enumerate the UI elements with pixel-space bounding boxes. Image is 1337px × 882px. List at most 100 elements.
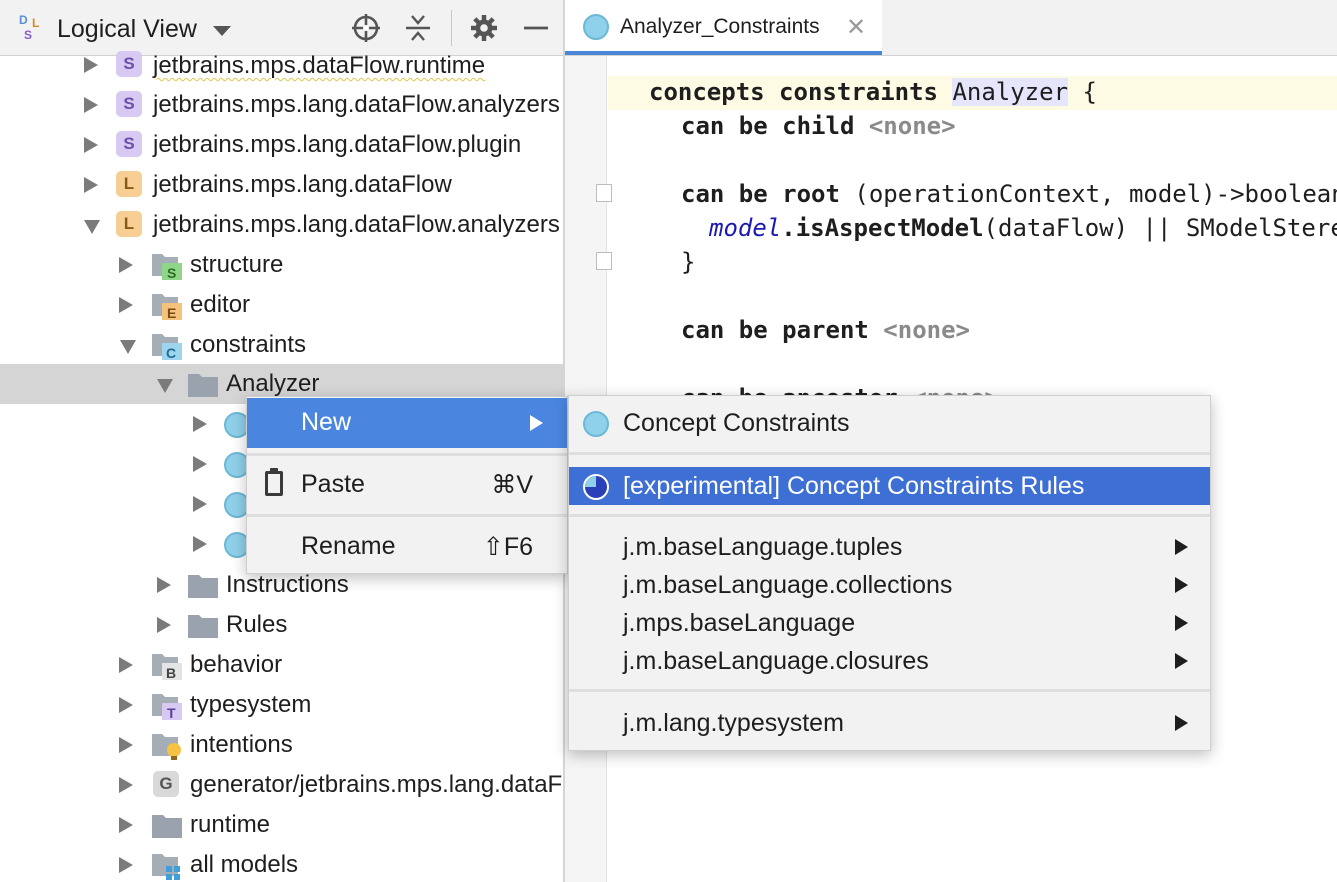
expand-arrow-icon[interactable] (119, 777, 133, 793)
expand-arrow-icon[interactable] (193, 536, 207, 552)
logical-view-icon: D L S (19, 13, 40, 42)
expand-arrow-icon[interactable] (119, 817, 133, 833)
expand-arrow-icon[interactable] (84, 137, 98, 153)
submenu-arrow-icon (1175, 715, 1188, 731)
tree-item-label: runtime (190, 811, 271, 838)
menu-item-label: New (301, 408, 352, 436)
expand-arrow-icon[interactable] (84, 57, 98, 73)
menu-separator (569, 689, 1210, 692)
view-selector-caret-icon[interactable] (213, 26, 231, 36)
expand-arrow-icon[interactable] (84, 97, 98, 113)
tree-item-aspect-constraints[interactable]: C constraints (0, 325, 563, 365)
tree-item-aspect-structure[interactable]: S structure (0, 245, 563, 285)
collapse-arrow-icon[interactable] (84, 220, 100, 234)
all-models-icon (152, 852, 184, 880)
submenu-item-typesystem[interactable]: j.m.lang.typesystem (569, 704, 1210, 742)
locate-target-icon[interactable] (351, 13, 381, 43)
menu-separator (569, 452, 1210, 455)
concept-constraints-icon (583, 14, 609, 40)
code-line[interactable]: } (681, 248, 695, 276)
code-line[interactable]: concepts constraints Analyzer { (649, 78, 1097, 106)
editor-tab-bar: Analyzer_Constraints ✕ (565, 0, 1337, 56)
submenu-arrow-icon (1175, 653, 1188, 669)
tab-label: Analyzer_Constraints (620, 15, 820, 38)
expand-arrow-icon[interactable] (119, 297, 133, 313)
expand-arrow-icon[interactable] (193, 496, 207, 512)
submenu-item-tuples[interactable]: j.m.baseLanguage.tuples (569, 528, 1210, 566)
tree-item-folder-rules[interactable]: Rules (0, 605, 563, 645)
submenu-arrow-icon (1175, 615, 1188, 631)
tree-item-label: jetbrains.mps.lang.dataFlow.analyzers (153, 211, 560, 238)
expand-arrow-icon[interactable] (157, 617, 171, 633)
view-selector-label[interactable]: Logical View (57, 15, 197, 44)
svg-text:S: S (167, 265, 176, 280)
tree-item-aspect-typesystem[interactable]: T typesystem (0, 685, 563, 725)
folder-icon (188, 373, 218, 397)
submenu-arrow-icon (1175, 577, 1188, 593)
menu-separator (569, 514, 1210, 517)
tree-item-label: jetbrains.mps.dataFlow.runtime (153, 52, 486, 79)
tree-item-generator[interactable]: G generator/jetbrains.mps.lang.dataFlow.… (0, 765, 563, 805)
tree-item-label: behavior (190, 651, 283, 678)
expand-arrow-icon[interactable] (119, 257, 133, 273)
tree-item-language[interactable]: L jetbrains.mps.lang.dataFlow.analyzers (0, 205, 563, 245)
tree-item-aspect-editor[interactable]: E editor (0, 285, 563, 325)
close-icon[interactable]: ✕ (846, 13, 866, 42)
expand-arrow-icon[interactable] (119, 857, 133, 873)
language-icon: L (116, 171, 142, 197)
submenu-item-constraints-rules[interactable]: [experimental] Concept Constraints Rules (569, 467, 1210, 505)
svg-text:E: E (167, 305, 176, 320)
expand-arrow-icon[interactable] (193, 456, 207, 472)
expand-arrow-icon[interactable] (193, 416, 207, 432)
tree-item-solution[interactable]: S jetbrains.mps.dataFlow.runtime (0, 45, 563, 85)
hide-panel-icon[interactable] (521, 13, 551, 43)
expand-arrow-icon[interactable] (84, 177, 98, 193)
typesystem-aspect-icon: T (152, 692, 184, 721)
submenu-item-closures[interactable]: j.m.baseLanguage.closures (569, 642, 1210, 680)
tree-item-label: Rules (226, 611, 288, 638)
collapse-arrow-icon[interactable] (157, 379, 173, 393)
expand-arrow-icon[interactable] (157, 577, 171, 593)
tree-item-label: typesystem (190, 691, 312, 718)
menu-item-new[interactable]: New (247, 398, 567, 448)
tree-item-solution[interactable]: S jetbrains.mps.lang.dataFlow.plugin (0, 125, 563, 165)
menu-shortcut: ⇧F6 (482, 533, 533, 561)
structure-aspect-icon: S (152, 252, 184, 281)
submenu-item-baselanguage[interactable]: j.mps.baseLanguage (569, 604, 1210, 642)
menu-item-paste[interactable]: Paste ⌘V (247, 460, 567, 510)
tree-item-aspect-behavior[interactable]: B behavior (0, 645, 563, 685)
folder-icon (152, 814, 182, 838)
expand-arrow-icon[interactable] (119, 657, 133, 673)
tab-analyzer-constraints[interactable]: Analyzer_Constraints ✕ (565, 0, 882, 55)
tree-item-all-models[interactable]: all models (0, 845, 563, 882)
concept-constraints-icon (583, 411, 609, 437)
solution-icon: S (116, 131, 142, 157)
constraints-aspect-icon: C (152, 332, 184, 361)
intentions-bulb-icon (152, 732, 184, 760)
collapse-arrow-icon[interactable] (120, 340, 136, 354)
menu-item-rename[interactable]: Rename ⇧F6 (247, 522, 567, 572)
code-line[interactable]: model.isAspectModel(dataFlow) || SModelS… (709, 214, 1337, 242)
collapse-all-icon[interactable] (403, 13, 433, 43)
submenu-item-concept-constraints[interactable]: Concept Constraints (569, 404, 1210, 442)
svg-text:T: T (167, 705, 176, 720)
gear-icon[interactable] (469, 13, 499, 43)
tree-item-label: Analyzer (226, 370, 320, 397)
tree-item-label: jetbrains.mps.lang.dataFlow.plugin (153, 131, 522, 158)
expand-arrow-icon[interactable] (119, 697, 133, 713)
tree-item-label: all models (190, 851, 299, 878)
tree-item-label: Instructions (226, 571, 349, 598)
code-line[interactable]: can be parent <none> (681, 316, 970, 344)
expand-arrow-icon[interactable] (119, 737, 133, 753)
behavior-aspect-icon: B (152, 652, 184, 681)
tree-item-language[interactable]: L jetbrains.mps.lang.dataFlow (0, 165, 563, 205)
submenu-item-label: j.m.lang.typesystem (623, 709, 844, 737)
tree-item-solution[interactable]: S jetbrains.mps.lang.dataFlow.analyzers (0, 85, 563, 125)
tree-item-runtime[interactable]: runtime (0, 805, 563, 845)
tree-item-aspect-intentions[interactable]: intentions (0, 725, 563, 765)
code-line[interactable]: can be child <none> (681, 112, 956, 140)
menu-item-label: Paste (301, 470, 365, 498)
svg-text:B: B (166, 665, 176, 680)
submenu-item-collections[interactable]: j.m.baseLanguage.collections (569, 566, 1210, 604)
code-line[interactable]: can be root (operationContext, model)->b… (681, 180, 1337, 208)
